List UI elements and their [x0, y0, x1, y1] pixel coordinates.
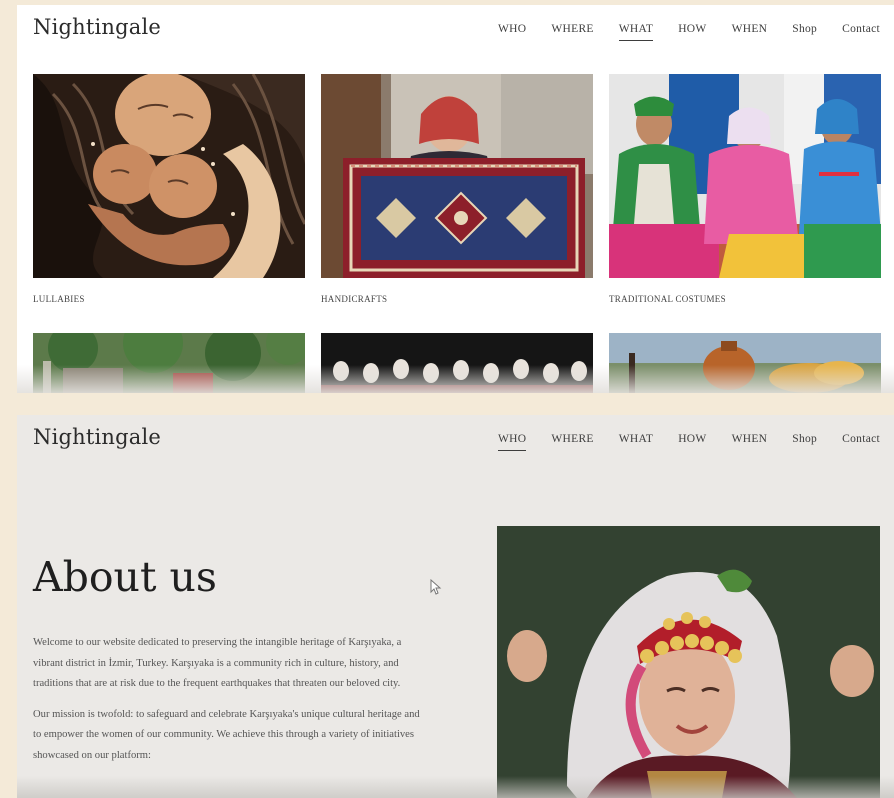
women-in-costumes-photo-icon: [609, 74, 881, 278]
nav-where[interactable]: WHERE: [551, 23, 593, 41]
main-nav: WHO WHERE WHAT HOW WHEN Shop Contact: [498, 23, 894, 41]
mouse-cursor-icon: [430, 579, 442, 595]
scroll-fade: [17, 776, 894, 798]
what-page-screenshot: Nightingale WHO WHERE WHAT HOW WHEN Shop…: [17, 5, 894, 393]
about-body: Welcome to our website dedicated to pres…: [33, 633, 421, 776]
about-paragraph: Our mission is twofold: to safeguard and…: [33, 708, 420, 761]
nav-when[interactable]: WHEN: [732, 23, 768, 41]
site-logo[interactable]: Nightingale: [33, 15, 161, 39]
nav-where[interactable]: WHERE: [551, 433, 593, 451]
site-logo[interactable]: Nightingale: [33, 425, 161, 449]
nav-how[interactable]: HOW: [678, 433, 706, 451]
card-caption: LULLABIES: [33, 294, 85, 304]
nav-contact[interactable]: Contact: [842, 433, 880, 451]
nav-what[interactable]: WHAT: [619, 433, 653, 451]
main-nav: WHO WHERE WHAT HOW WHEN Shop Contact: [498, 433, 894, 451]
nav-how[interactable]: HOW: [678, 23, 706, 41]
about-page-screenshot: Nightingale WHO WHERE WHAT HOW WHEN Shop…: [17, 415, 894, 798]
scroll-fade: [17, 365, 894, 393]
nav-when[interactable]: WHEN: [732, 433, 768, 451]
card-lullabies[interactable]: LULLABIES: [33, 74, 305, 304]
nav-who[interactable]: WHO: [498, 433, 527, 451]
mother-children-painting-icon: [33, 74, 305, 278]
nav-who[interactable]: WHO: [498, 23, 526, 41]
nav-shop[interactable]: Shop: [792, 433, 817, 451]
nav-shop[interactable]: Shop: [792, 23, 817, 41]
nav-what[interactable]: WHAT: [618, 23, 654, 41]
woman-holding-rug-photo-icon: [321, 74, 593, 278]
about-paragraph: Welcome to our website dedicated to pres…: [33, 637, 402, 689]
dancer-in-traditional-headdress-photo-icon: [497, 526, 880, 798]
card-traditional-costumes[interactable]: TRADITIONAL COSTUMES: [609, 74, 881, 304]
card-caption: HANDICRAFTS: [321, 294, 388, 304]
card-handicrafts[interactable]: HANDICRAFTS: [321, 74, 593, 304]
nav-contact[interactable]: Contact: [842, 23, 880, 41]
card-caption: TRADITIONAL COSTUMES: [609, 294, 726, 304]
page-title: About us: [33, 553, 217, 601]
